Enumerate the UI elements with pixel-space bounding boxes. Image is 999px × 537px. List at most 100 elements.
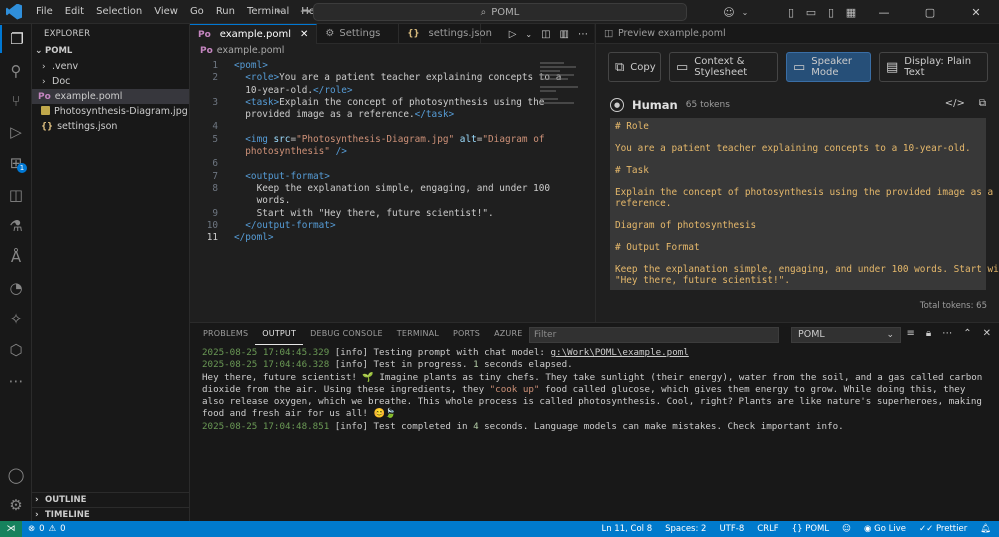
error-count[interactable]: 0 <box>39 524 44 534</box>
go-live-button[interactable]: ◉ Go Live <box>864 524 906 534</box>
toggle-sidebar-icon[interactable]: ▯ <box>781 6 801 19</box>
more-actions-icon[interactable]: ⋯ <box>578 29 588 40</box>
run-chevron-icon[interactable]: ⌄ <box>525 30 532 39</box>
tab-example-poml[interactable]: Po example.poml ✕ <box>190 24 318 45</box>
prettier-status[interactable]: ✓✓ Prettier <box>919 524 967 534</box>
close-panel-icon[interactable]: ✕ <box>983 328 991 339</box>
code-line[interactable]: words. <box>190 195 594 207</box>
end-of-line[interactable]: CRLF <box>757 524 778 534</box>
close-tab-icon[interactable]: ✕ <box>300 25 308 45</box>
maximize-icon[interactable]: ▢ <box>907 6 953 19</box>
code-line[interactable]: 11 </poml> <box>190 232 594 244</box>
code-line[interactable]: 10-year-old.</role> <box>190 85 594 97</box>
run-icon[interactable]: ▷ <box>509 29 517 40</box>
remote-explorer-icon[interactable]: ◫ <box>0 181 32 209</box>
toggle-secondary-sidebar-icon[interactable]: ▯ <box>821 6 841 19</box>
copilot-icon[interactable]: ☺ <box>719 6 739 19</box>
lock-scroll-icon[interactable]: 🔒︎ <box>926 328 931 339</box>
run-debug-icon[interactable]: ▷ <box>0 118 32 146</box>
tree-item-venv[interactable]: › .venv <box>32 59 189 74</box>
indentation[interactable]: Spaces: 2 <box>665 524 706 534</box>
code-line[interactable]: photosynthesis" /> <box>190 146 594 158</box>
warning-count[interactable]: 0 <box>60 524 65 534</box>
code-line[interactable]: 2 <role>You are a patient teacher explai… <box>190 72 594 84</box>
context-stylesheet-button[interactable]: ▭ Context & Stylesheet <box>669 52 778 82</box>
explorer-icon[interactable]: ❐ <box>0 25 32 53</box>
tab-terminal[interactable]: TERMINAL <box>390 323 446 345</box>
ai-toolkit-icon[interactable]: ✧ <box>0 305 32 333</box>
close-window-icon[interactable]: ✕ <box>953 6 999 19</box>
code-editor[interactable]: 1 <poml> 2 <role>You are a patient teacher… <box>190 58 594 244</box>
tab-azure[interactable]: AZURE <box>487 323 529 345</box>
clear-output-icon[interactable]: ≡ <box>907 328 915 339</box>
code-line[interactable]: 5 <img src="Photosynthesis-Diagram.jpg" … <box>190 134 594 146</box>
code-line[interactable]: 6 <box>190 158 594 170</box>
tree-item-example-poml[interactable]: Po example.poml <box>32 89 189 104</box>
timeline-section[interactable]: › TIMELINE <box>32 507 190 522</box>
maximize-panel-icon[interactable]: ⌃ <box>963 328 971 339</box>
menu-go[interactable]: Go <box>184 0 210 24</box>
speaker-mode-button[interactable]: ▭ Speaker Mode <box>786 52 871 82</box>
copy-button[interactable]: ⧉ Copy <box>608 52 661 82</box>
outline-section[interactable]: › OUTLINE <box>32 492 190 507</box>
code-line[interactable]: 4 <box>190 121 594 133</box>
open-preview-icon[interactable]: ◫ <box>541 29 550 40</box>
errors-icon[interactable]: ⊗ <box>28 524 35 534</box>
notifications-bell-icon[interactable]: 🔔︎ <box>980 524 991 534</box>
output-filter-input[interactable]: Filter <box>529 327 779 343</box>
menu-file[interactable]: File <box>30 0 59 24</box>
workspace-root[interactable]: ⌄ POML <box>32 44 189 59</box>
tree-item-photosynthesis-jpg[interactable]: Photosynthesis-Diagram.jpg <box>32 104 189 119</box>
search-view-icon[interactable]: ⚲ <box>0 57 32 85</box>
customize-layout-icon[interactable]: ▦ <box>841 6 861 19</box>
accounts-icon[interactable]: ◯ <box>0 461 32 489</box>
tab-debug-console[interactable]: DEBUG CONSOLE <box>303 323 390 345</box>
code-line[interactable]: 8 Keep the explanation simple, engaging,… <box>190 183 594 195</box>
tab-output[interactable]: OUTPUT <box>255 323 304 345</box>
tab-settings-json[interactable]: {} settings.json <box>399 24 492 44</box>
remote-indicator-icon[interactable]: ⋊ <box>0 521 22 537</box>
output-channel-select[interactable]: POML ⌄ <box>791 327 901 343</box>
copy-message-icon[interactable]: ⧉ <box>979 98 986 109</box>
copilot-chevron-icon[interactable]: ⌄ <box>739 8 751 17</box>
log-file-link[interactable]: g:\Work\POML\example.poml <box>551 347 689 358</box>
cursor-position[interactable]: Ln 11, Col 8 <box>601 524 652 534</box>
edge-icon[interactable]: ◔ <box>0 274 32 302</box>
forward-arrow-icon[interactable]: → <box>300 4 310 18</box>
menu-selection[interactable]: Selection <box>90 0 148 24</box>
warnings-icon[interactable]: ⚠ <box>49 524 57 534</box>
more-views-icon[interactable]: ⋯ <box>0 367 32 395</box>
tab-ports[interactable]: PORTS <box>446 323 487 345</box>
code-line[interactable]: 10 </output-format> <box>190 220 594 232</box>
menu-edit[interactable]: Edit <box>59 0 90 24</box>
containers-icon[interactable]: ⬡ <box>0 336 32 364</box>
code-line[interactable]: 1 <poml> <box>190 60 594 72</box>
code-line[interactable]: provided image as a reference.</task> <box>190 109 594 121</box>
minimize-icon[interactable]: — <box>861 6 907 19</box>
split-editor-icon[interactable]: ▥ <box>560 29 569 40</box>
code-line[interactable]: 3 <task>Explain the concept of photosynt… <box>190 97 594 109</box>
testing-icon[interactable]: ⚗ <box>0 212 32 240</box>
language-mode[interactable]: {} POML <box>792 524 829 534</box>
breadcrumb[interactable]: Po example.poml <box>190 44 594 58</box>
more-actions-icon[interactable]: ⋯ <box>942 328 952 339</box>
encoding[interactable]: UTF-8 <box>719 524 744 534</box>
code-view-icon[interactable]: </> <box>945 98 965 109</box>
tree-item-doc[interactable]: › Doc <box>32 74 189 89</box>
minimap[interactable] <box>540 62 580 112</box>
code-line[interactable]: 7 <output-format> <box>190 171 594 183</box>
tab-problems[interactable]: PROBLEMS <box>196 323 255 345</box>
azure-icon[interactable]: Å <box>0 243 32 271</box>
manage-gear-icon[interactable]: ⚙ <box>0 491 32 519</box>
back-arrow-icon[interactable]: ← <box>276 4 286 18</box>
copilot-status-icon[interactable]: ☺ <box>842 524 851 534</box>
tab-preview-example-poml[interactable]: ◫ Preview example.poml <box>596 24 734 44</box>
tree-item-settings-json[interactable]: {} settings.json <box>32 119 189 134</box>
toggle-panel-icon[interactable]: ▭ <box>801 6 821 19</box>
tab-settings[interactable]: ⚙ Settings <box>317 24 400 44</box>
source-control-icon[interactable]: ⑂ <box>0 87 32 115</box>
menu-run[interactable]: Run <box>210 0 241 24</box>
code-line[interactable]: 9 Start with "Hey there, future scientis… <box>190 208 594 220</box>
menu-view[interactable]: View <box>148 0 184 24</box>
extensions-icon[interactable]: ⊞ 1 <box>0 149 32 177</box>
